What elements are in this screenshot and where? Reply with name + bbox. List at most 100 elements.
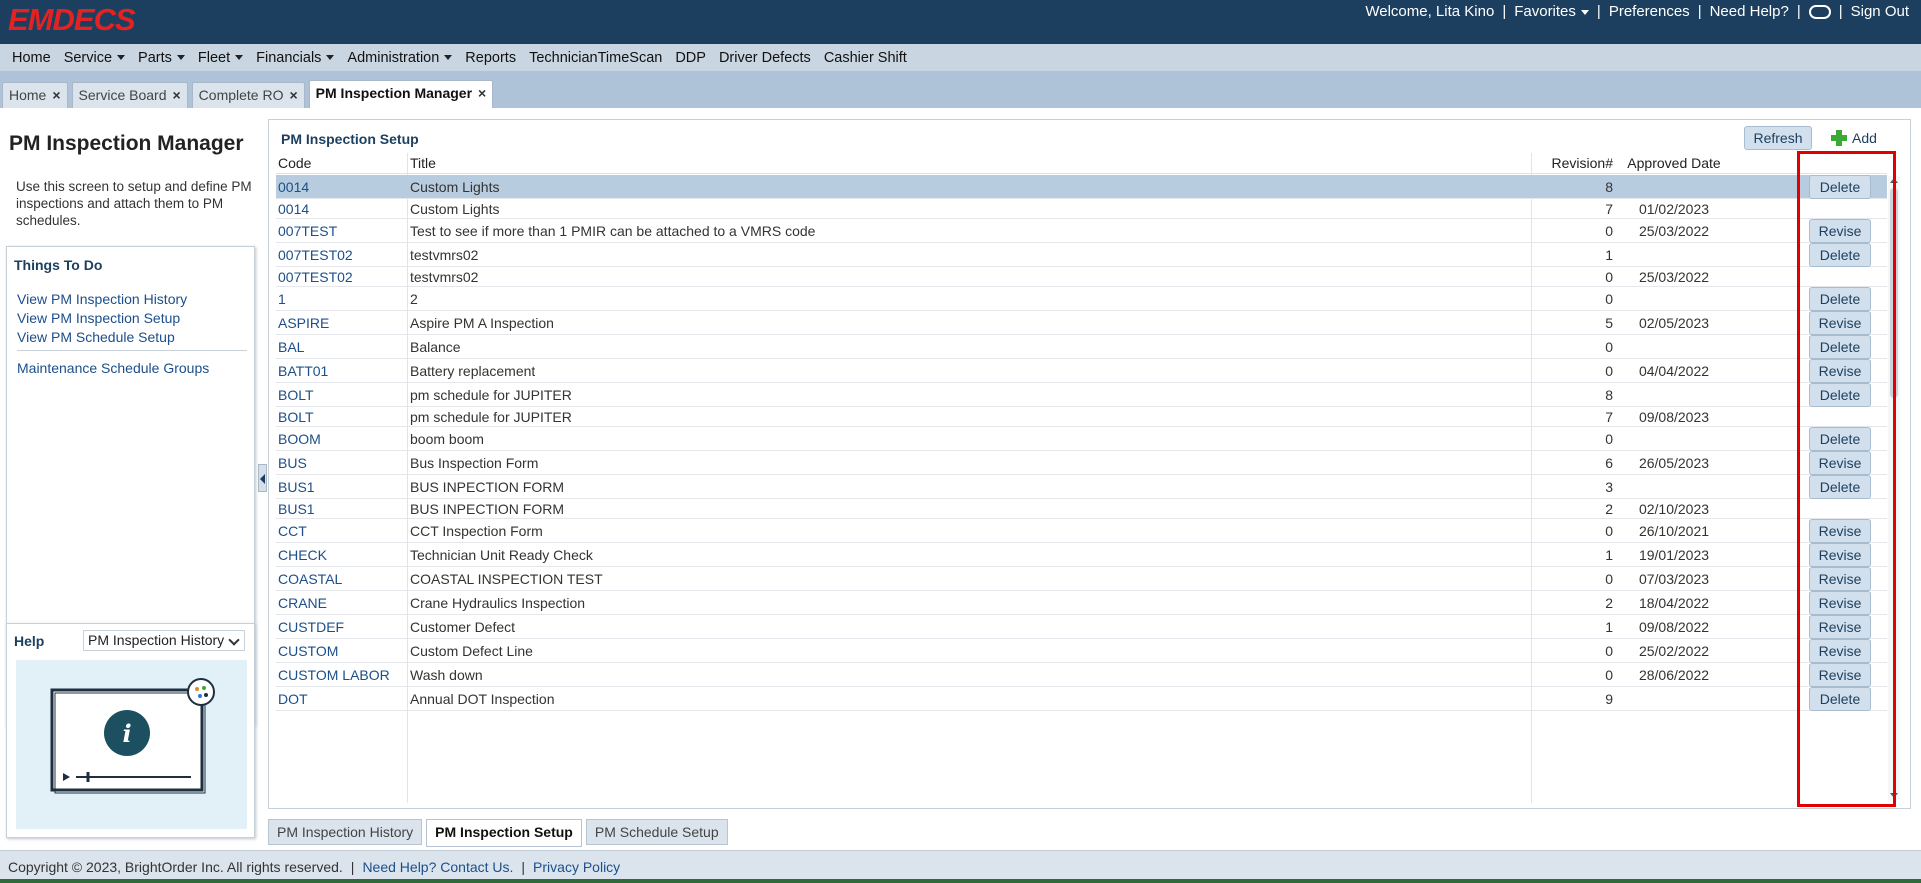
table-row[interactable]: 007TEST Test to see if more than 1 PMIR c…	[276, 219, 1887, 243]
cell-code[interactable]: CUSTOM	[278, 643, 338, 659]
revise-button[interactable]: Revise	[1809, 451, 1871, 475]
delete-button[interactable]: Delete	[1809, 243, 1871, 267]
table-row[interactable]: BUS Bus Inspection Form 6 26/05/2023 Revise	[276, 451, 1887, 475]
delete-button[interactable]: Delete	[1809, 475, 1871, 499]
tab-pm-inspection-history[interactable]: PM Inspection History	[268, 819, 423, 845]
column-header-code[interactable]: Code	[278, 155, 311, 171]
cell-code[interactable]: ASPIRE	[278, 315, 329, 331]
table-row[interactable]: CUSTOM LABOR Wash down 0 28/06/2022 Revise	[276, 663, 1887, 687]
revise-button[interactable]: Revise	[1809, 591, 1871, 615]
help-video-thumbnail[interactable]: i	[16, 660, 247, 829]
nav-fleet[interactable]: Fleet	[198, 50, 244, 66]
table-row[interactable]: BATT01 Battery replacement 0 04/04/2022 Revi…	[276, 359, 1887, 383]
close-icon[interactable]: ×	[289, 87, 297, 103]
table-row[interactable]: CUSTOM Custom Defect Line 0 25/02/2022 Revis…	[276, 639, 1887, 663]
delete-button[interactable]: Delete	[1809, 383, 1871, 407]
revise-button[interactable]: Revise	[1809, 359, 1871, 383]
delete-button[interactable]: Delete	[1809, 335, 1871, 359]
table-row[interactable]: BOLT pm schedule for JUPITER 8 Delete	[276, 383, 1887, 407]
view-pm-inspection-history-link[interactable]: View PM Inspection History	[17, 291, 187, 307]
tab-pm-inspection-setup[interactable]: PM Inspection Setup	[426, 819, 582, 847]
scroll-down-icon[interactable]	[1890, 793, 1898, 798]
cell-code[interactable]: CUSTOM LABOR	[278, 667, 390, 683]
cell-code[interactable]: DOT	[278, 691, 308, 707]
view-pm-inspection-setup-link[interactable]: View PM Inspection Setup	[17, 310, 180, 326]
nav-parts[interactable]: Parts	[138, 50, 185, 66]
nav-cashier-shift[interactable]: Cashier Shift	[824, 50, 907, 66]
cell-code[interactable]: COASTAL	[278, 571, 342, 587]
privacy-policy-link[interactable]: Privacy Policy	[533, 859, 620, 875]
revise-button[interactable]: Revise	[1809, 543, 1871, 567]
cell-code[interactable]: 007TEST02	[278, 269, 353, 285]
revise-button[interactable]: Revise	[1809, 639, 1871, 663]
collapse-panel-handle[interactable]	[258, 464, 267, 492]
close-icon[interactable]: ×	[172, 87, 180, 103]
table-row[interactable]: BAL Balance 0 Delete	[276, 335, 1887, 359]
table-row[interactable]: ASPIRE Aspire PM A Inspection 5 02/05/2023 R…	[276, 311, 1887, 335]
cell-code[interactable]: 1	[278, 291, 286, 307]
cell-code[interactable]: BAL	[278, 339, 304, 355]
need-help-link[interactable]: Need Help?	[1710, 3, 1789, 20]
view-pm-schedule-setup-link[interactable]: View PM Schedule Setup	[17, 329, 175, 345]
table-row[interactable]: 1 2 0 Delete	[276, 287, 1887, 311]
revise-button[interactable]: Revise	[1809, 219, 1871, 243]
close-icon[interactable]: ×	[52, 87, 60, 103]
maintenance-schedule-groups-link[interactable]: Maintenance Schedule Groups	[17, 360, 209, 376]
cell-code[interactable]: BATT01	[278, 363, 328, 379]
refresh-button[interactable]: Refresh	[1744, 126, 1812, 150]
table-row[interactable]: BOLT pm schedule for JUPITER 7 09/08/2023	[276, 407, 1887, 427]
add-button[interactable]: Add	[1831, 127, 1877, 149]
nav-financials[interactable]: Financials	[256, 50, 335, 66]
cell-code[interactable]: BUS1	[278, 501, 315, 517]
cell-code[interactable]: BOLT	[278, 387, 314, 403]
table-row[interactable]: 007TEST02 testvmrs02 1 Delete	[276, 243, 1887, 267]
doc-tab-pm-inspection-manager[interactable]: PM Inspection Manager ×	[308, 80, 494, 108]
revise-button[interactable]: Revise	[1809, 567, 1871, 591]
table-row[interactable]: BOOM boom boom 0 Delete	[276, 427, 1887, 451]
close-icon[interactable]: ×	[478, 85, 486, 101]
cell-code[interactable]: 0014	[278, 201, 309, 217]
delete-button[interactable]: Delete	[1809, 287, 1871, 311]
scroll-up-icon[interactable]	[1890, 178, 1898, 183]
nav-reports[interactable]: Reports	[465, 50, 516, 66]
nav-driver-defects[interactable]: Driver Defects	[719, 50, 811, 66]
favorites-menu[interactable]: Favorites	[1514, 3, 1589, 20]
table-row[interactable]: 007TEST02 testvmrs02 0 25/03/2022	[276, 267, 1887, 287]
table-row[interactable]: CUSTDEF Customer Defect 1 09/08/2022 Revise	[276, 615, 1887, 639]
cell-code[interactable]: 007TEST02	[278, 247, 353, 263]
nav-service[interactable]: Service	[64, 50, 126, 66]
cell-code[interactable]: BOLT	[278, 409, 314, 425]
cell-code[interactable]: 0014	[278, 179, 309, 195]
column-header-title[interactable]: Title	[410, 155, 436, 171]
revise-button[interactable]: Revise	[1809, 615, 1871, 639]
cell-code[interactable]: CCT	[278, 523, 307, 539]
cell-code[interactable]: BUS	[278, 455, 307, 471]
scroll-thumb[interactable]	[1890, 188, 1898, 398]
delete-button[interactable]: Delete	[1809, 687, 1871, 711]
table-row[interactable]: BUS1 BUS INPECTION FORM 2 02/10/2023	[276, 499, 1887, 519]
table-row[interactable]: CRANE Crane Hydraulics Inspection 2 18/04/2…	[276, 591, 1887, 615]
table-row[interactable]: BUS1 BUS INPECTION FORM 3 Delete	[276, 475, 1887, 499]
contact-help-link[interactable]: Need Help? Contact Us.	[362, 859, 513, 875]
cell-code[interactable]: CRANE	[278, 595, 327, 611]
cell-code[interactable]: BUS1	[278, 479, 315, 495]
nav-techniciantimescan[interactable]: TechnicianTimeScan	[529, 50, 662, 66]
cell-code[interactable]: CUSTDEF	[278, 619, 344, 635]
preferences-link[interactable]: Preferences	[1609, 3, 1690, 20]
revise-button[interactable]: Revise	[1809, 519, 1871, 543]
help-topic-select[interactable]: PM Inspection History	[83, 630, 245, 651]
nav-administration[interactable]: Administration	[347, 50, 453, 66]
table-row[interactable]: CHECK Technician Unit Ready Check 1 19/01/2…	[276, 543, 1887, 567]
table-row[interactable]: 0014 Custom Lights 7 01/02/2023	[276, 199, 1887, 219]
cell-code[interactable]: BOOM	[278, 431, 321, 447]
delete-button[interactable]: Delete	[1809, 175, 1871, 199]
nav-ddp[interactable]: DDP	[675, 50, 706, 66]
chat-icon[interactable]	[1808, 4, 1831, 19]
cell-code[interactable]: 007TEST	[278, 223, 337, 239]
table-row[interactable]: DOT Annual DOT Inspection 9 Delete	[276, 687, 1887, 711]
emdecs-logo[interactable]: EMDECS	[8, 2, 136, 38]
grid-scrollbar[interactable]	[1888, 176, 1900, 800]
delete-button[interactable]: Delete	[1809, 427, 1871, 451]
table-row[interactable]: COASTAL COASTAL INSPECTION TEST 0 07/03/202…	[276, 567, 1887, 591]
doc-tab-home[interactable]: Home ×	[2, 82, 68, 108]
